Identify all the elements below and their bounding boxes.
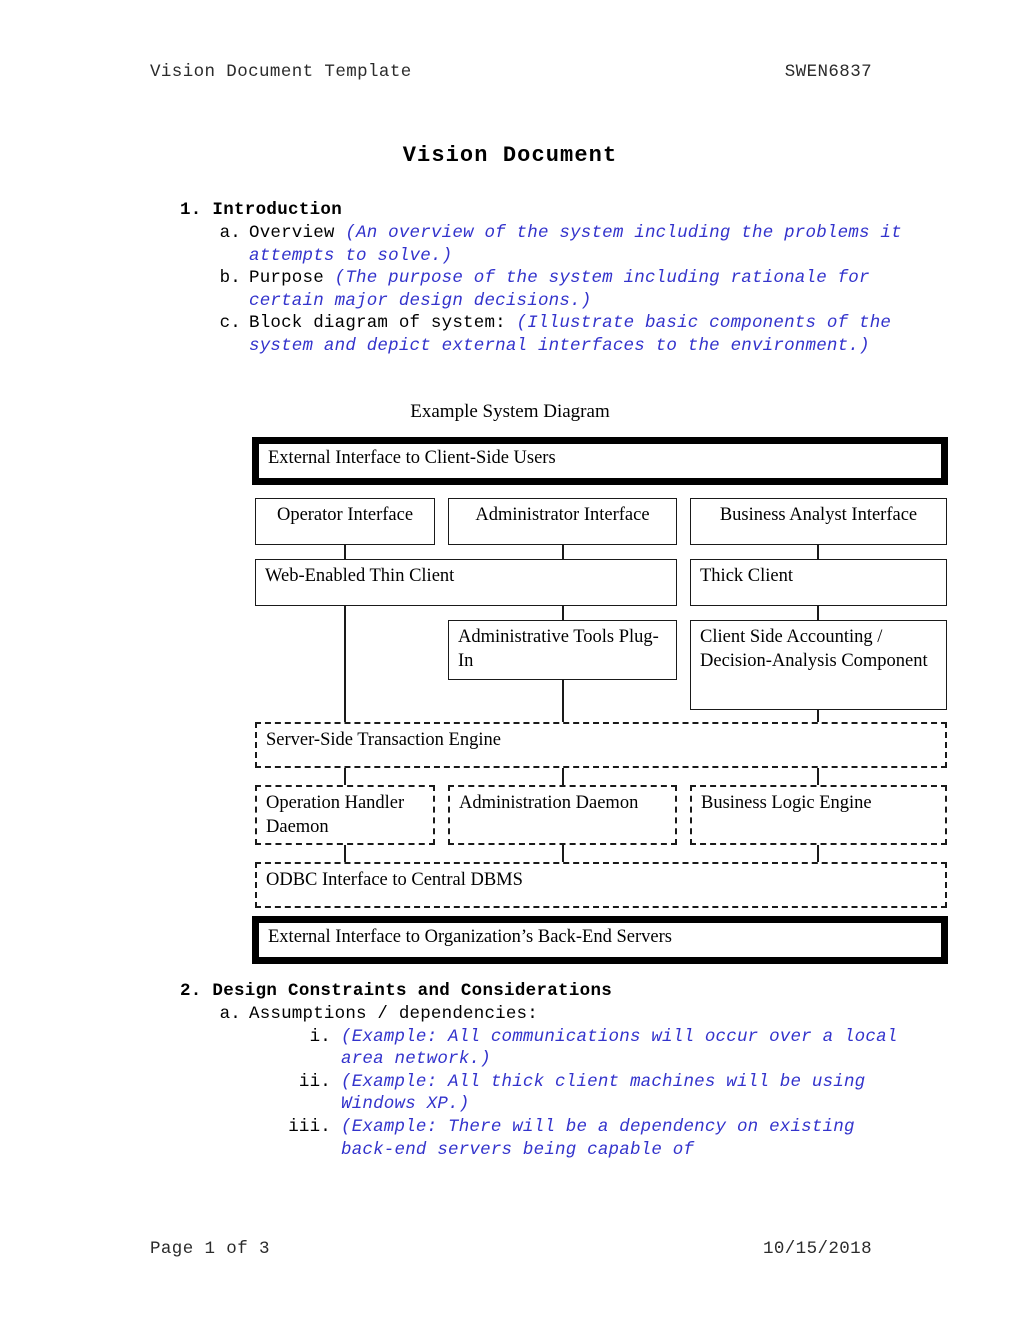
node-label: External Interface to Organization’s Bac… xyxy=(268,927,672,947)
connector-transaction-to-bizlogic xyxy=(817,768,819,786)
list-item-lead: Purpose xyxy=(249,268,335,289)
running-footer-left: Page 1 of 3 xyxy=(150,1239,270,1259)
list-item-body: Assumptions / dependencies: xyxy=(249,1003,915,1026)
list-marker: a. xyxy=(219,1004,241,1024)
list-item-example: (An overview of the system including the… xyxy=(249,223,902,266)
list-item: iii. (Example: There will be a dependenc… xyxy=(269,1116,915,1161)
connector-transaction-to-ophandler xyxy=(344,768,346,786)
list-item: b. Purpose (The purpose of the system in… xyxy=(215,267,915,312)
list-item-body: Block diagram of system: (Illustrate bas… xyxy=(249,312,915,357)
node-label: Thick Client xyxy=(700,566,793,586)
list-item: a. Overview (An overview of the system i… xyxy=(215,222,915,267)
node-thick-client[interactable]: Thick Client xyxy=(690,559,947,606)
list-marker: b. xyxy=(219,268,241,289)
connector-transaction-to-adminaemon xyxy=(562,768,564,786)
list-item-example: (Example: There will be a dependency on … xyxy=(341,1116,855,1160)
running-footer-right: 10/15/2018 xyxy=(762,1239,872,1259)
node-web-enabled-thin-client[interactable]: Web-Enabled Thin Client xyxy=(255,559,677,606)
node-label: Administration Daemon xyxy=(459,793,639,813)
connector-admintools-to-transaction xyxy=(562,680,564,723)
list-item-example: (The purpose of the system including rat… xyxy=(249,268,870,311)
node-label-line2: Daemon xyxy=(266,816,329,837)
list-item: c. Block diagram of system: (Illustrate … xyxy=(215,312,915,357)
node-label: ODBC Interface to Central DBMS xyxy=(266,870,523,890)
node-operator-interface[interactable]: Operator Interface xyxy=(255,498,435,545)
running-header-left: Vision Document Template xyxy=(150,62,412,82)
node-label: External Interface to Client-Side Users xyxy=(268,448,556,468)
node-administrator-interface[interactable]: Administrator Interface xyxy=(448,498,677,545)
connector-thin-to-admintools xyxy=(562,605,564,621)
node-client-side-accounting[interactable]: Client Side Accounting / Decision-Analys… xyxy=(690,620,947,710)
list-item: a. Assumptions / dependencies: xyxy=(215,1003,915,1026)
node-label: Administrator Interface xyxy=(475,505,650,525)
node-label: Business Analyst Interface xyxy=(719,505,918,525)
node-label-line2: Decision-Analysis xyxy=(700,650,837,671)
node-label-line1: Client Side Accounting / xyxy=(700,627,883,647)
node-external-interface-client-side[interactable]: External Interface to Client-Side Users xyxy=(252,437,948,485)
node-label-line1: Operation Handler xyxy=(266,793,405,813)
list-item-lead: Block diagram of system: xyxy=(249,313,517,334)
list-item: ii. (Example: All thick client machines … xyxy=(269,1071,915,1116)
node-label: Web-Enabled Thin Client xyxy=(265,566,455,586)
list-item-example: (Example: All thick client machines will… xyxy=(341,1071,866,1115)
list-marker: c. xyxy=(219,313,241,334)
assumptions-sublist: i. (Example: All communications will occ… xyxy=(269,1026,915,1162)
list-marker: iii. xyxy=(288,1116,331,1137)
node-label-line1: Administrative Tools xyxy=(458,627,615,647)
node-operation-handler-daemon[interactable]: Operation Handler Daemon xyxy=(255,785,435,845)
list-item-lead: Assumptions / dependencies: xyxy=(249,1004,538,1024)
document-page: Vision Document Template SWEN6837 Vision… xyxy=(0,0,1020,1320)
list-item: i. (Example: All communications will occ… xyxy=(269,1026,915,1071)
list-marker: a. xyxy=(219,223,241,243)
page-title: Vision Document xyxy=(402,143,618,168)
design-constraints-list: a. Assumptions / dependencies: i. (Examp… xyxy=(215,1003,915,1161)
section-heading-design-constraints: 2. Design Constraints and Considerations xyxy=(180,981,613,1001)
connector-thick-to-accounting xyxy=(817,605,819,621)
running-footer: Page 1 of 3 10/15/2018 xyxy=(150,1239,872,1259)
node-business-analyst-interface[interactable]: Business Analyst Interface xyxy=(690,498,947,545)
node-server-side-transaction-engine[interactable]: Server-Side Transaction Engine xyxy=(255,722,947,768)
node-label: Operator Interface xyxy=(276,505,414,525)
list-item-lead: Overview xyxy=(249,223,346,243)
introduction-list: a. Overview (An overview of the system i… xyxy=(215,222,915,358)
node-administration-daemon[interactable]: Administration Daemon xyxy=(448,785,677,845)
node-label-line3: Component xyxy=(841,650,928,671)
connector-thin-to-transaction xyxy=(344,605,346,723)
node-administrative-tools-plugin[interactable]: Administrative Tools Plug-In xyxy=(448,620,677,680)
connector-adminaemon-to-odbc xyxy=(562,845,564,863)
node-external-interface-backend[interactable]: External Interface to Organization’s Bac… xyxy=(252,916,948,964)
connector-bizlogic-to-odbc xyxy=(817,845,819,863)
running-header: Vision Document Template SWEN6837 xyxy=(150,62,872,82)
section-heading-introduction: 1. Introduction xyxy=(180,200,343,220)
list-item-body: Overview (An overview of the system incl… xyxy=(249,222,915,267)
node-business-logic-engine[interactable]: Business Logic Engine xyxy=(690,785,947,845)
connector-ophandler-to-odbc xyxy=(344,845,346,863)
list-marker: i. xyxy=(309,1026,331,1047)
node-label: Business Logic Engine xyxy=(701,793,872,813)
list-item-body: Purpose (The purpose of the system inclu… xyxy=(249,267,915,312)
node-label: Server-Side Transaction Engine xyxy=(266,730,501,750)
figure-caption: Example System Diagram xyxy=(410,401,610,422)
running-header-right: SWEN6837 xyxy=(784,62,872,82)
list-marker: ii. xyxy=(298,1071,331,1092)
node-odbc-interface[interactable]: ODBC Interface to Central DBMS xyxy=(255,862,947,908)
list-item-example: (Example: All communications will occur … xyxy=(341,1026,898,1070)
